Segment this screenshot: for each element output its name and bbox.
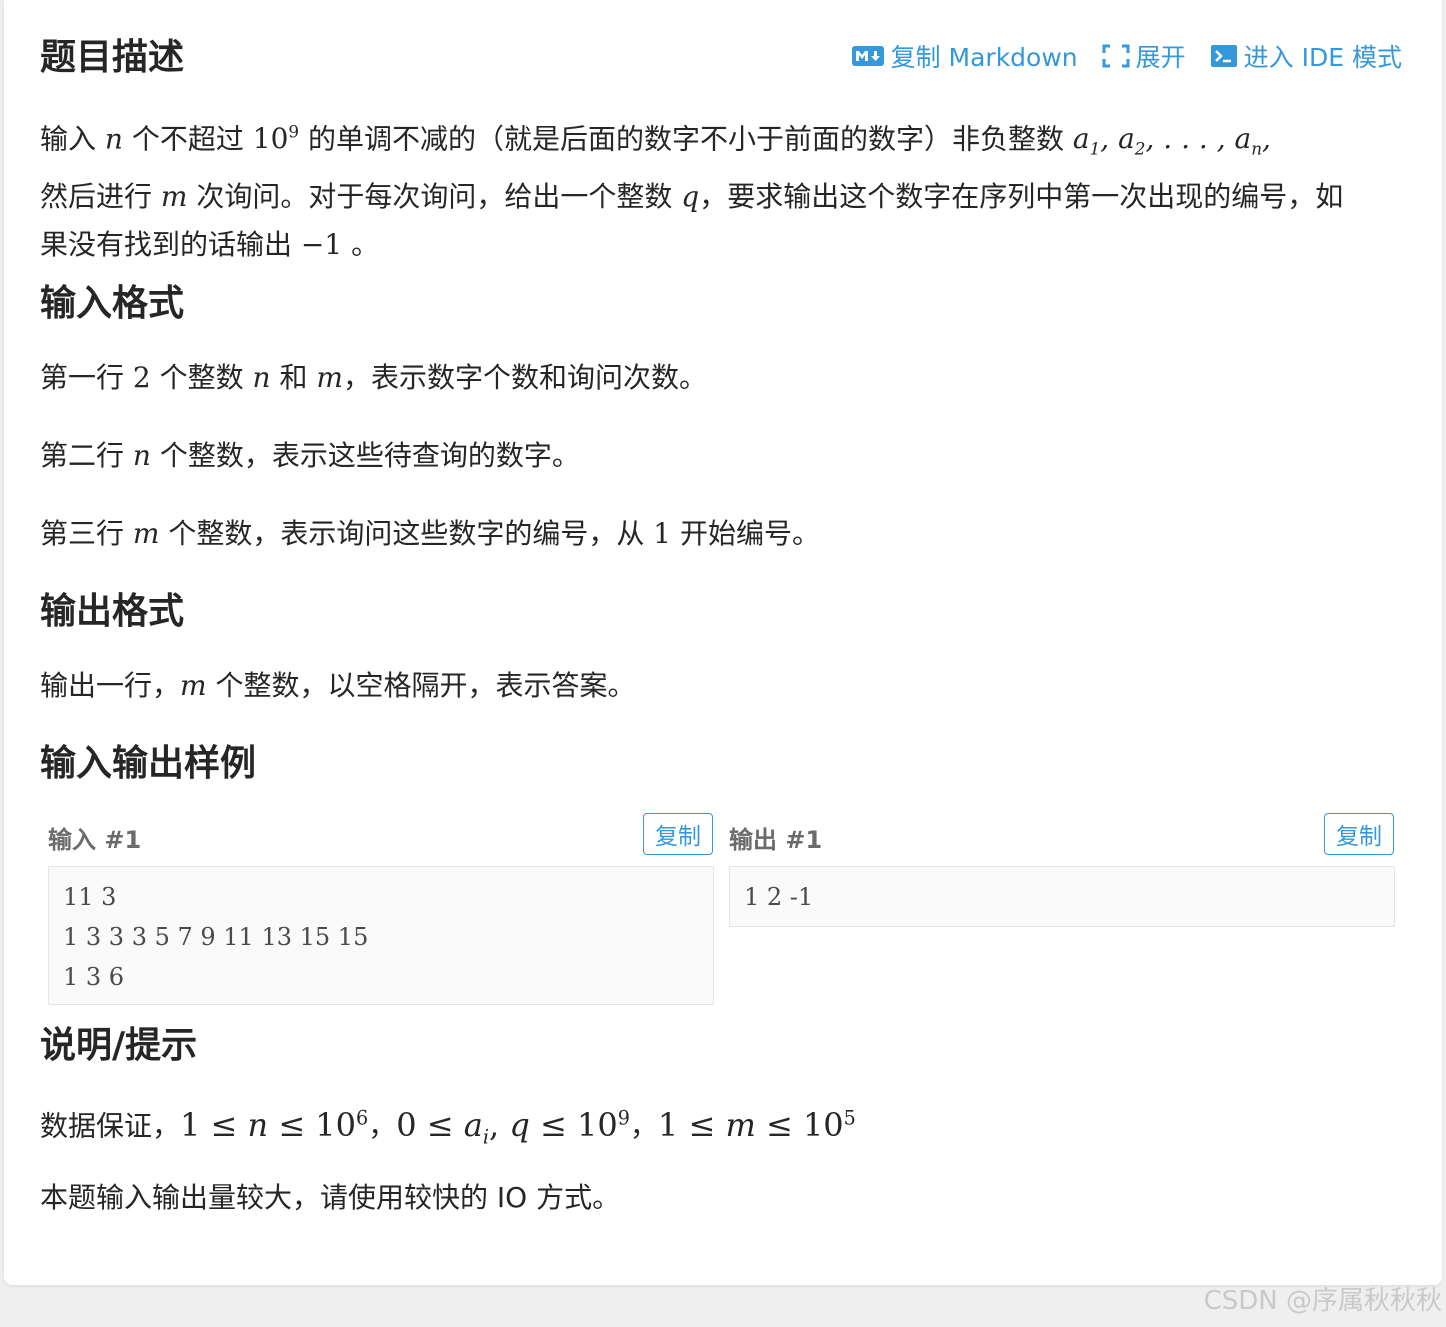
num-1: 1 xyxy=(653,517,672,550)
copy-output-button[interactable]: 复制 xyxy=(1324,813,1394,855)
desc-text-3: 的单调不减的（就是后面的数字不小于前面的数字）非负整数 xyxy=(299,122,1073,156)
text: 数据保证， xyxy=(40,1109,181,1143)
copy-input-button[interactable]: 复制 xyxy=(643,813,713,855)
var-m: m xyxy=(160,179,188,213)
var-n: n xyxy=(252,361,271,394)
var-q: q xyxy=(681,179,700,213)
description-text: 输入 n 个不超过 109 的单调不减的（就是后面的数字不小于前面的数字）非负整… xyxy=(40,108,1370,269)
output-format-title: 输出格式 xyxy=(40,591,185,632)
output-format-text: 输出一行，m 个整数，以空格隔开，表示答案。 xyxy=(40,662,1370,710)
math-minus-one: −1 xyxy=(300,227,343,261)
text: 和 xyxy=(270,361,317,394)
separator: ， xyxy=(368,1109,397,1143)
text: 个整数，以空格隔开，表示答案。 xyxy=(206,669,636,702)
sample-input-line: 11 3 xyxy=(63,883,117,911)
text: 第三行 xyxy=(40,517,133,550)
var-m: m xyxy=(132,517,160,550)
text: 个整数，表示询问这些数字的编号，从 xyxy=(159,517,654,550)
text: 第一行 xyxy=(40,361,133,394)
hint-title: 说明/提示 xyxy=(40,1025,198,1066)
expand-icon xyxy=(1102,44,1130,68)
math-sequence: a1, a2, . . . , an, xyxy=(1072,122,1271,159)
text: ，表示数字个数和询问次数。 xyxy=(342,361,707,394)
copy-markdown-button[interactable]: 复制 Markdown xyxy=(851,38,1078,74)
problem-card: 题目描述 复制 Markdown 展开 进入 IDE 模式 输入 n 个不超过 … xyxy=(4,0,1442,1285)
var-m: m xyxy=(180,669,207,702)
sample-output-box: 1 2 -1 xyxy=(729,866,1395,927)
desc-text-2: 个不超过 xyxy=(122,122,253,156)
description-title: 题目描述 xyxy=(40,37,185,78)
sample-input-box: 11 3 1 3 3 3 5 7 9 11 13 15 15 1 3 6 xyxy=(48,866,714,1005)
sample-output-line: 1 2 -1 xyxy=(744,883,814,911)
text: 个整数 xyxy=(150,361,253,394)
terminal-icon xyxy=(1210,45,1237,67)
sample-input-label: 输入 #1 xyxy=(48,826,142,854)
sample-output-label: 输出 #1 xyxy=(729,826,823,854)
input-format-title: 输入格式 xyxy=(40,283,185,324)
hint-io-note: 本题输入输出量较大，请使用较快的 IO 方式。 xyxy=(40,1181,621,1214)
math-10-9: 109 xyxy=(252,122,300,156)
sample-input-line: 1 3 6 xyxy=(63,963,125,991)
sample-input-line: 1 3 3 3 5 7 9 11 13 15 15 xyxy=(63,923,369,951)
desc-text-4: 然后进行 xyxy=(40,179,161,213)
watermark: CSDN @序属秋秋秋 xyxy=(1203,1286,1442,1316)
markdown-icon xyxy=(851,46,884,66)
expand-button[interactable]: 展开 xyxy=(1102,38,1186,74)
var-m: m xyxy=(316,361,343,394)
separator: ， xyxy=(629,1109,658,1143)
var-n: n xyxy=(104,122,123,156)
text: 第二行 xyxy=(40,439,133,472)
var-n: n xyxy=(132,439,151,472)
constraint-a-q: 0 ≤ ai, q ≤ 109 xyxy=(396,1105,630,1149)
text: 开始编号。 xyxy=(671,517,821,550)
hint-constraints: 数据保证，1 ≤ n ≤ 106，0 ≤ ai, q ≤ 109，1 ≤ m ≤… xyxy=(40,1094,1370,1161)
desc-text-1: 输入 xyxy=(40,122,105,156)
constraint-m: 1 ≤ m ≤ 105 xyxy=(657,1105,856,1144)
desc-text-7: 。 xyxy=(342,227,380,261)
toolbar: 复制 Markdown 展开 进入 IDE 模式 xyxy=(851,38,1402,74)
text: 输出一行， xyxy=(40,669,181,702)
input-format-line-1: 第一行 2 个整数 n 和 m，表示数字个数和询问次数。 xyxy=(40,354,1370,402)
ide-mode-button[interactable]: 进入 IDE 模式 xyxy=(1210,38,1402,74)
expand-label: 展开 xyxy=(1135,43,1186,72)
desc-text-5: 次询问。对于每次询问，给出一个整数 xyxy=(187,179,682,213)
input-format-line-2: 第二行 n 个整数，表示这些待查询的数字。 xyxy=(40,432,1370,480)
text: 个整数，表示这些待查询的数字。 xyxy=(150,439,580,472)
num-2: 2 xyxy=(132,361,151,394)
samples-title: 输入输出样例 xyxy=(40,743,257,784)
copy-markdown-label: 复制 Markdown xyxy=(890,43,1078,72)
ide-mode-label: 进入 IDE 模式 xyxy=(1243,43,1402,72)
constraint-n: 1 ≤ n ≤ 106 xyxy=(180,1105,369,1144)
input-format-line-3: 第三行 m 个整数，表示询问这些数字的编号，从 1 开始编号。 xyxy=(40,510,1370,558)
